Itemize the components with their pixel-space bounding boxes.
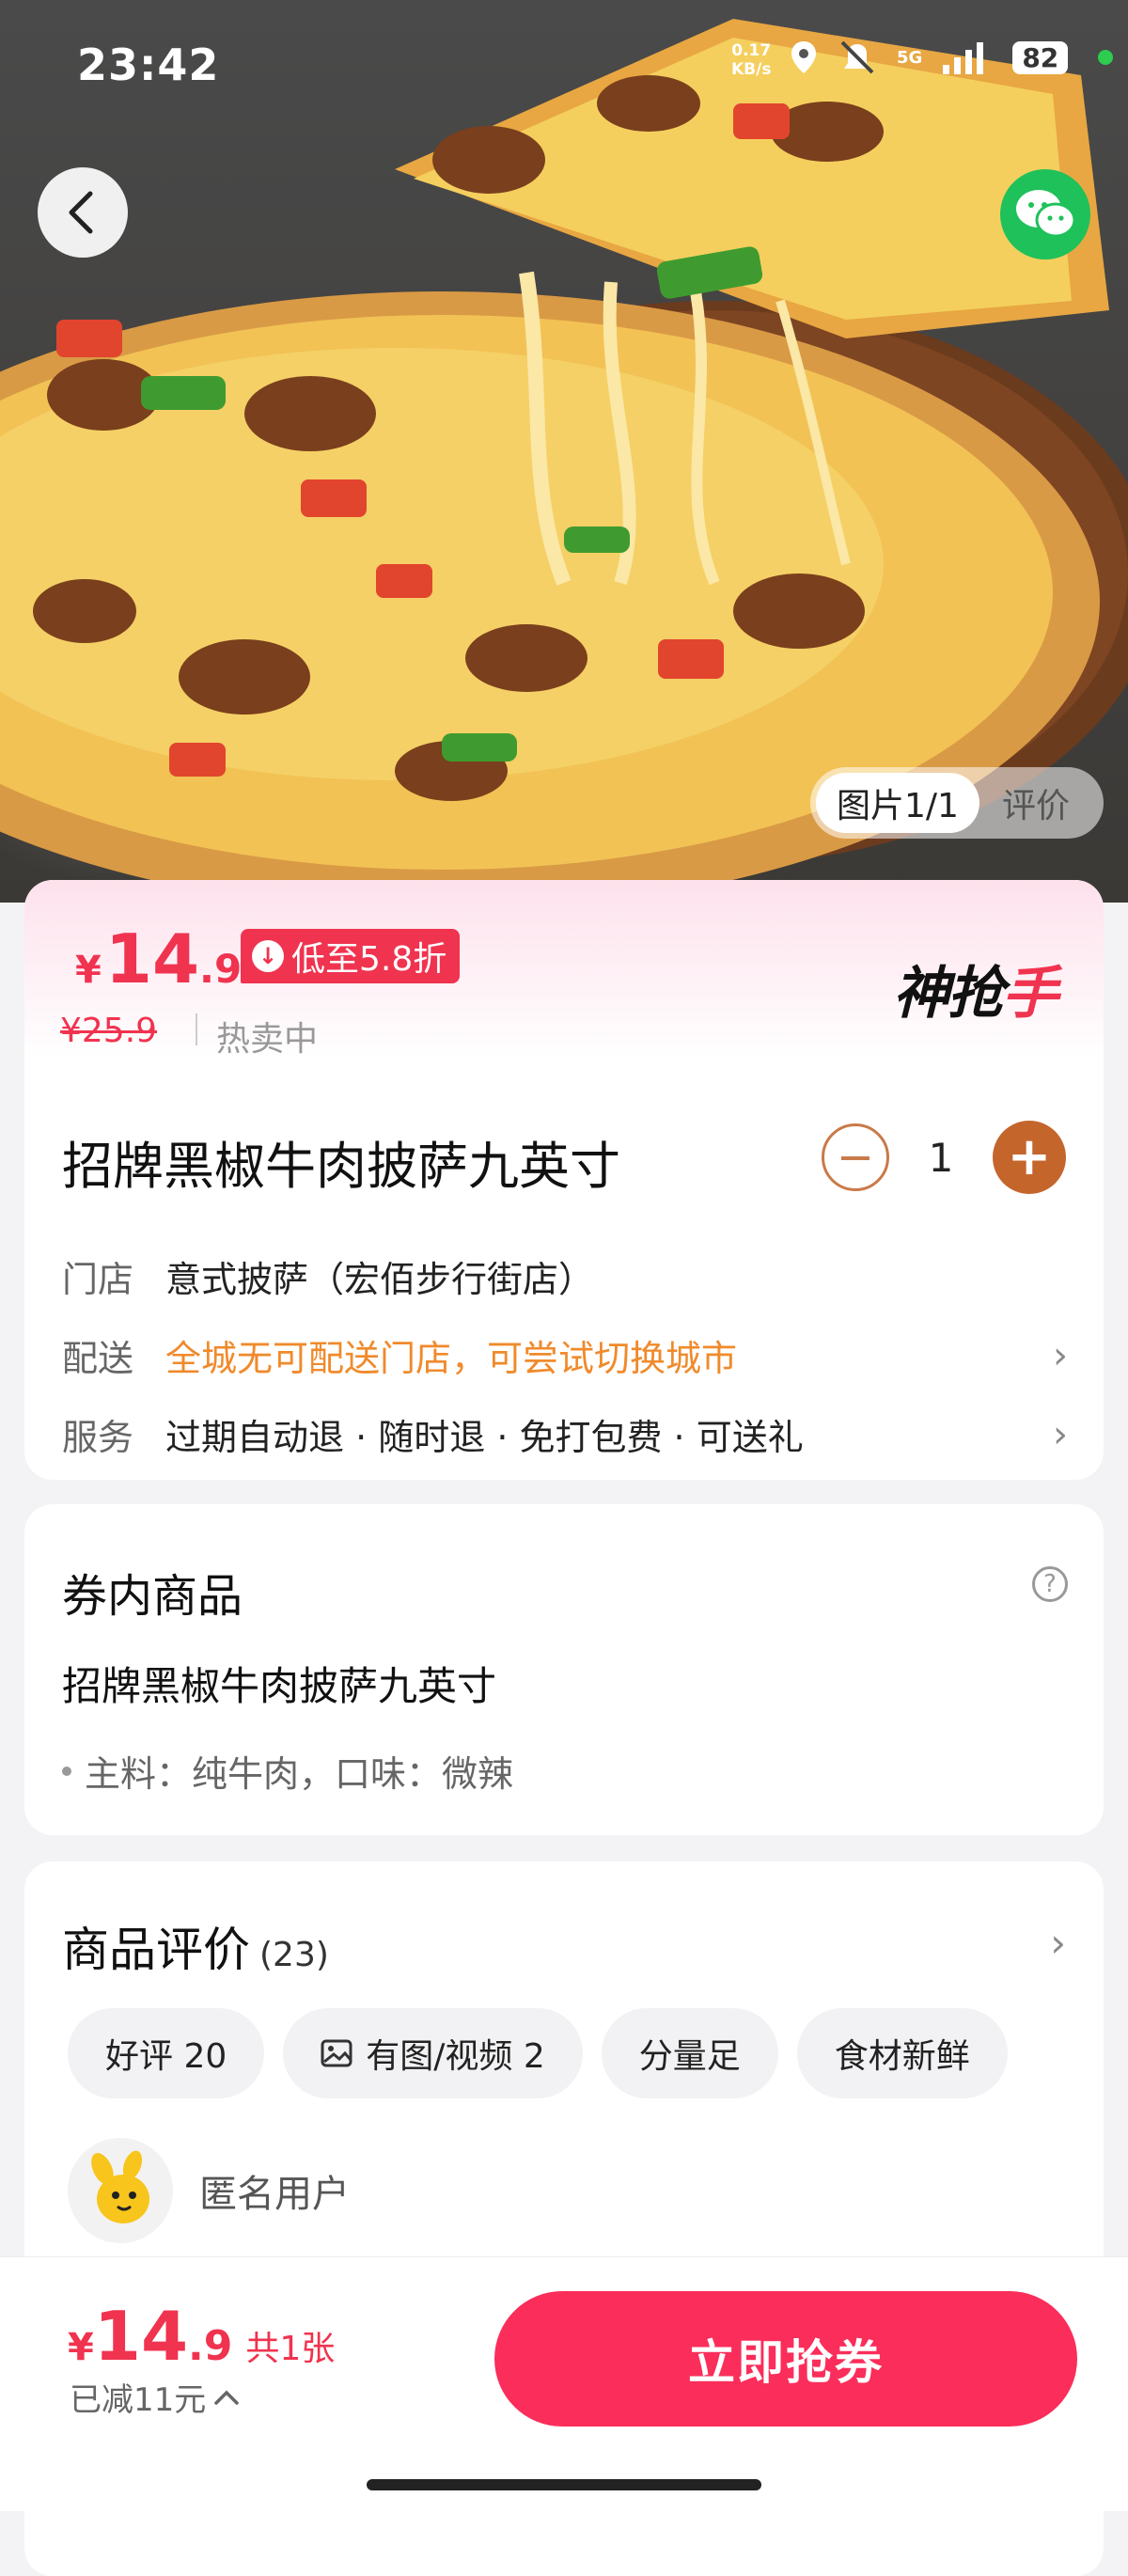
avatar (68, 2138, 173, 2243)
total-price: ¥ 14 .9 共1张 (68, 2297, 335, 2376)
bullet (62, 1766, 71, 1776)
price-band: ¥ 14 .9 ↓ 低至5.8折 ¥25.9 热卖中 神抢手 (24, 880, 1104, 1059)
help-icon[interactable]: ? (1032, 1566, 1068, 1602)
original-price: ¥25.9 (60, 1012, 158, 1050)
chevron-right-icon: › (1053, 1412, 1068, 1456)
signal-icon (943, 42, 984, 74)
quantity-value: 1 (928, 1134, 954, 1181)
wechat-icon (1016, 190, 1076, 238)
reviews-header[interactable]: 商品评价 (23) (62, 1912, 329, 1980)
contents-item: 招牌黑椒牛肉披萨九英寸 (62, 1663, 497, 1709)
tab-images[interactable]: 图片1/1 (816, 773, 979, 833)
mute-icon (840, 40, 874, 74)
service-label: 服务 (62, 1417, 134, 1458)
status-bar: 23:42 0.17 KB/s 5G 82 (0, 0, 1128, 132)
battery-level: 82 (1012, 40, 1069, 74)
price-integer: 14 (104, 919, 200, 998)
increase-button[interactable]: + (993, 1121, 1066, 1194)
voucher-contents-card: 券内商品 ? 招牌黑椒牛肉披萨九英寸 主料：纯牛肉，口味：微辣 (24, 1504, 1104, 1835)
delivery-label: 配送 (62, 1338, 134, 1379)
currency-symbol: ¥ (75, 949, 102, 992)
status-dot (1098, 50, 1114, 65)
currency-symbol: ¥ (68, 2326, 94, 2369)
location-icon (791, 41, 816, 73)
service-value: 过期自动退 · 随时退 · 免打包费 · 可送礼 (165, 1417, 804, 1458)
back-icon (69, 191, 93, 234)
price-decimal: .9 (199, 946, 243, 992)
current-price: ¥ 14 .9 (75, 919, 242, 998)
quantity-stepper: − 1 + (822, 1121, 1066, 1194)
review-tag-fresh[interactable]: 食材新鲜 (796, 2008, 1008, 2098)
review-tag-positive[interactable]: 好评 20 (68, 2008, 265, 2098)
delivery-value: 全城无可配送门店，可尝试切换城市 (165, 1338, 738, 1379)
store-value: 意式披萨（宏佰步行街店） (165, 1259, 595, 1300)
reviewer-name: 匿名用户 (199, 2173, 350, 2216)
network-speed-value: 0.17 (731, 41, 772, 60)
voucher-count: 共1张 (245, 2330, 336, 2368)
home-indicator[interactable] (367, 2479, 761, 2490)
service-row[interactable]: 服务 过期自动退 · 随时退 · 免打包费 · 可送礼 › (62, 1408, 1077, 1460)
discount-text: 低至5.8折 (291, 940, 447, 979)
price-integer: 14 (93, 2297, 189, 2376)
chevron-right-icon: › (1053, 1333, 1068, 1377)
reviews-count: (23) (259, 1936, 329, 1974)
mascot-icon (91, 2150, 149, 2223)
status-time: 23:42 (77, 39, 220, 90)
wechat-share-button[interactable] (1000, 169, 1090, 259)
brand-logo-main: 神抢 (893, 961, 1004, 1027)
store-row: 门店 意式披萨（宏佰步行街店） (62, 1250, 1077, 1302)
arrow-down-icon: ↓ (252, 940, 284, 972)
brand-logo-accent: 手 (1002, 961, 1058, 1027)
review-tag-label: 有图/视频 2 (366, 2037, 545, 2076)
product-title: 招牌黑椒牛肉披萨九英寸 (62, 1137, 620, 1196)
image-icon (321, 2039, 352, 2067)
chevron-right-icon[interactable]: › (1050, 1920, 1066, 1966)
back-button[interactable] (38, 167, 128, 258)
sale-status: 热卖中 (216, 1020, 319, 1059)
tab-reviews[interactable]: 评价 (1002, 778, 1070, 827)
decrease-button[interactable]: − (822, 1123, 889, 1191)
reviewer: 匿名用户 (68, 2138, 350, 2243)
network-speed: 0.17 KB/s (731, 41, 771, 79)
brand-logo: 神抢手 (893, 948, 1058, 1029)
review-tag-portion[interactable]: 分量足 (601, 2008, 778, 2098)
image-review-switch[interactable]: 图片1/1 评价 (810, 767, 1104, 839)
product-hero-image[interactable]: 23:42 0.17 KB/s 5G 82 图片1/1 评价 (0, 0, 1128, 903)
delivery-row[interactable]: 配送 全城无可配送门店，可尝试切换城市 › (62, 1329, 1077, 1381)
contents-title: 券内商品 (62, 1570, 243, 1623)
network-type: 5G (897, 47, 923, 68)
chevron-up-icon (214, 2390, 240, 2405)
product-info-card: ¥ 14 .9 ↓ 低至5.8折 ¥25.9 热卖中 神抢手 招牌黑椒牛肉披萨九… (24, 880, 1104, 1480)
grab-voucher-button[interactable]: 立即抢券 (494, 2291, 1077, 2427)
review-tag-label: 好评 20 (105, 2037, 227, 2076)
price-decimal: .9 (188, 2322, 233, 2370)
discount-badge: ↓ 低至5.8折 (241, 929, 461, 983)
review-tag-label: 食材新鲜 (834, 2037, 970, 2076)
review-tags: 好评 20 有图/视频 2 分量足 食材新鲜 (68, 2008, 1008, 2098)
reviews-title: 商品评价 (62, 1923, 250, 1977)
contents-detail: 主料：纯牛肉，口味：微辣 (62, 1745, 513, 1797)
saved-text: 已减11元 (70, 2381, 207, 2419)
saved-amount[interactable]: 已减11元 (70, 2374, 240, 2420)
contents-detail-text: 主料：纯牛肉，口味：微辣 (85, 1753, 514, 1795)
divider (196, 1013, 197, 1045)
review-tag-label: 分量足 (638, 2037, 741, 2076)
network-speed-unit: KB/s (731, 60, 772, 79)
store-label: 门店 (62, 1259, 134, 1300)
status-icons: 5G 82 (790, 39, 1114, 75)
review-tag-media[interactable]: 有图/视频 2 (283, 2008, 583, 2098)
bottom-action-bar: ¥ 14 .9 共1张 已减11元 立即抢券 (0, 2256, 1128, 2511)
